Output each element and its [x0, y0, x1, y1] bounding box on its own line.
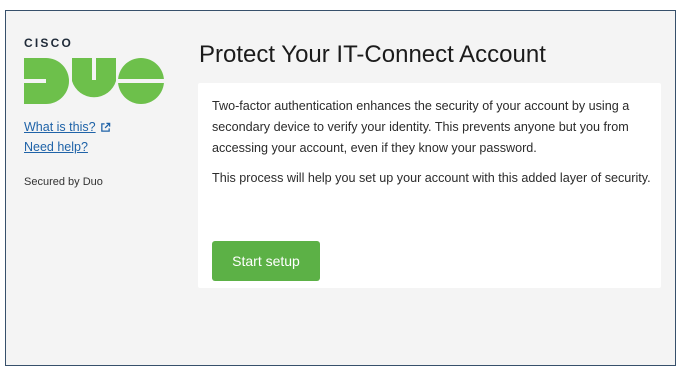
external-link-icon — [100, 122, 110, 132]
intro-paragraph: Two-factor authentication enhances the s… — [212, 99, 630, 155]
setup-card: Two-factor authentication enhances the s… — [198, 83, 661, 288]
page-title: Protect Your IT-Connect Account — [199, 41, 546, 68]
need-help-link[interactable]: Need help? — [24, 140, 174, 154]
process-paragraph: This process will help you set up your a… — [212, 171, 651, 185]
what-is-this-link[interactable]: What is this? — [24, 120, 174, 134]
duo-frame: CISCO What is this? Need help? Secured b… — [5, 10, 676, 366]
what-is-this-label[interactable]: What is this? — [24, 120, 96, 134]
secured-by-duo: Secured by Duo — [24, 176, 103, 188]
cisco-logo: CISCO — [24, 36, 74, 50]
start-setup-button[interactable]: Start setup — [212, 241, 320, 281]
duo-logo — [24, 58, 164, 104]
sidebar: CISCO What is this? Need help? Secured b… — [24, 35, 174, 188]
